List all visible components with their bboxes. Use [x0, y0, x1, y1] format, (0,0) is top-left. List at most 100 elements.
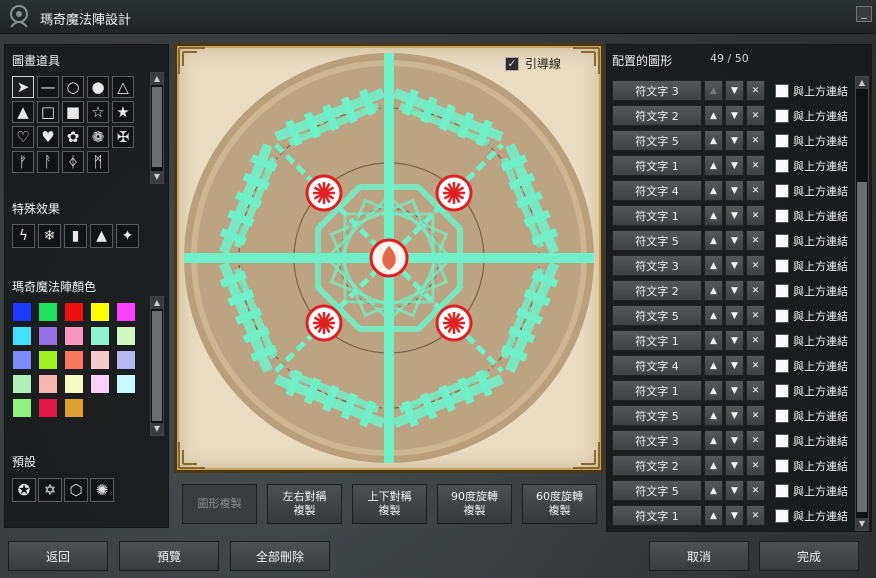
link-toggle[interactable]: 與上方連結 [775, 208, 848, 224]
link-toggle[interactable]: 與上方連結 [775, 108, 848, 124]
move-down-icon[interactable]: ▼ [725, 155, 744, 176]
preset-pentagram-icon[interactable]: ✪ [12, 478, 36, 502]
link-toggle[interactable]: 與上方連結 [775, 333, 848, 349]
color-swatch[interactable] [12, 326, 32, 346]
link-toggle[interactable]: 與上方連結 [775, 433, 848, 449]
move-down-icon[interactable]: ▼ [725, 330, 744, 351]
color-swatch[interactable] [116, 326, 136, 346]
move-up-icon[interactable]: ▲ [704, 505, 723, 526]
flame-icon[interactable]: ▮ [64, 224, 87, 248]
rotate90-button[interactable]: 90度旋轉 複製 [437, 484, 512, 524]
guide-checkbox[interactable]: ✓ [505, 56, 519, 71]
copy-shape-button[interactable]: 圖形複製 [182, 484, 257, 524]
move-down-icon[interactable]: ▼ [725, 130, 744, 151]
move-up-icon[interactable]: ▲ [704, 430, 723, 451]
move-up-icon[interactable]: ▲ [704, 455, 723, 476]
close-icon[interactable]: ✕ [746, 130, 765, 151]
rune-name-button[interactable]: 符文字 5 [612, 305, 702, 326]
move-up-icon[interactable]: ▲ [704, 155, 723, 176]
preset-star-circle-icon[interactable]: ✡ [38, 478, 62, 502]
flower-knot-icon[interactable]: ❁ [87, 126, 109, 148]
color-swatch[interactable] [116, 350, 136, 370]
link-checkbox[interactable] [775, 383, 789, 398]
mirror-ud-button[interactable]: 上下對稱 複製 [352, 484, 427, 524]
move-up-icon[interactable]: ▲ [704, 255, 723, 276]
close-icon[interactable]: ✕ [746, 230, 765, 251]
color-swatch[interactable] [90, 374, 110, 394]
rune-name-button[interactable]: 符文字 3 [612, 255, 702, 276]
move-down-icon[interactable]: ▼ [725, 505, 744, 526]
move-down-icon[interactable]: ▼ [725, 255, 744, 276]
scroll-up-icon[interactable]: ▲ [856, 77, 868, 89]
color-swatch[interactable] [64, 374, 84, 394]
move-down-icon[interactable]: ▼ [725, 105, 744, 126]
close-icon[interactable]: ✕ [746, 505, 765, 526]
rune-name-button[interactable]: 符文字 1 [612, 505, 702, 526]
square-outline-icon[interactable]: □ [37, 101, 59, 123]
minimize-button[interactable]: _ [856, 6, 872, 22]
link-checkbox[interactable] [775, 283, 789, 298]
rune-name-button[interactable]: 符文字 1 [612, 155, 702, 176]
move-down-icon[interactable]: ▼ [725, 480, 744, 501]
color-swatch[interactable] [38, 302, 58, 322]
circle-outline-icon[interactable]: ○ [62, 76, 84, 98]
move-up-icon[interactable]: ▲ [704, 230, 723, 251]
move-down-icon[interactable]: ▼ [725, 380, 744, 401]
link-checkbox[interactable] [775, 208, 789, 223]
color-swatch[interactable] [64, 350, 84, 370]
link-toggle[interactable]: 與上方連結 [775, 358, 848, 374]
link-checkbox[interactable] [775, 233, 789, 248]
mirror-lr-button[interactable]: 左右對稱 複製 [267, 484, 342, 524]
move-up-icon[interactable]: ▲ [704, 80, 723, 101]
link-checkbox[interactable] [775, 508, 789, 523]
close-icon[interactable]: ✕ [746, 455, 765, 476]
color-swatch[interactable] [38, 374, 58, 394]
move-down-icon[interactable]: ▼ [725, 405, 744, 426]
link-checkbox[interactable] [775, 308, 789, 323]
move-up-icon[interactable]: ▲ [704, 280, 723, 301]
move-down-icon[interactable]: ▼ [725, 305, 744, 326]
link-toggle[interactable]: 與上方連結 [775, 283, 848, 299]
close-icon[interactable]: ✕ [746, 105, 765, 126]
color-swatch[interactable] [90, 302, 110, 322]
cancel-button[interactable]: 取消 [649, 541, 749, 571]
move-down-icon[interactable]: ▼ [725, 280, 744, 301]
square-filled-icon[interactable]: ■ [62, 101, 84, 123]
scroll-thumb[interactable] [152, 311, 162, 421]
color-swatch[interactable] [64, 302, 84, 322]
move-down-icon[interactable]: ▼ [725, 455, 744, 476]
close-icon[interactable]: ✕ [746, 430, 765, 451]
star-outline-icon[interactable]: ☆ [87, 101, 109, 123]
close-icon[interactable]: ✕ [746, 155, 765, 176]
color-swatch[interactable] [12, 350, 32, 370]
color-swatch[interactable] [116, 374, 136, 394]
link-toggle[interactable]: 與上方連結 [775, 483, 848, 499]
link-checkbox[interactable] [775, 133, 789, 148]
color-swatch[interactable] [38, 350, 58, 370]
link-checkbox[interactable] [775, 83, 789, 98]
move-up-icon[interactable]: ▲ [704, 305, 723, 326]
link-toggle[interactable]: 與上方連結 [775, 183, 848, 199]
preset-ring-icon[interactable]: ✺ [90, 478, 114, 502]
guide-toggle[interactable]: ✓ 引導線 [505, 55, 561, 72]
preset-hexagon-icon[interactable]: ⬡ [64, 478, 88, 502]
close-icon[interactable]: ✕ [746, 205, 765, 226]
close-icon[interactable]: ✕ [746, 280, 765, 301]
close-icon[interactable]: ✕ [746, 255, 765, 276]
rune-name-button[interactable]: 符文字 3 [612, 430, 702, 451]
scroll-down-icon[interactable]: ▼ [151, 171, 163, 183]
scroll-thumb[interactable] [152, 87, 162, 167]
move-up-icon[interactable]: ▲ [704, 105, 723, 126]
placed-scrollbar[interactable]: ▲ ▼ [855, 76, 869, 531]
done-button[interactable]: 完成 [759, 541, 859, 571]
star-filled-icon[interactable]: ★ [112, 101, 134, 123]
rune-name-button[interactable]: 符文字 4 [612, 355, 702, 376]
link-checkbox[interactable] [775, 183, 789, 198]
close-icon[interactable]: ✕ [746, 80, 765, 101]
rune-name-button[interactable]: 符文字 4 [612, 180, 702, 201]
diamond-rune-icon[interactable]: ✠ [112, 126, 134, 148]
rotate60-button[interactable]: 60度旋轉 複製 [522, 484, 597, 524]
move-up-icon[interactable]: ▲ [704, 355, 723, 376]
link-checkbox[interactable] [775, 258, 789, 273]
link-checkbox[interactable] [775, 458, 789, 473]
